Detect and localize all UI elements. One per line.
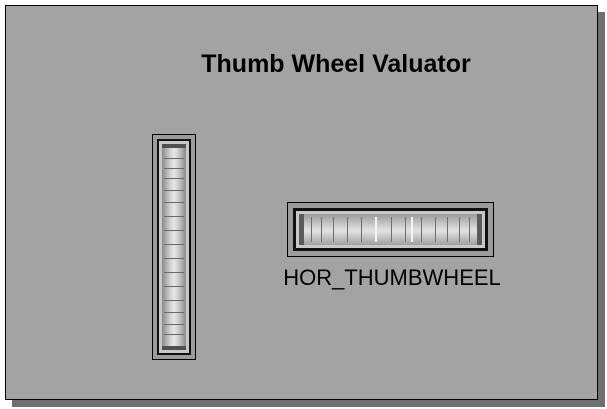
wheel-tick: [164, 300, 184, 301]
vertical-thumbwheel-icon[interactable]: [162, 144, 186, 350]
horizontal-thumbwheel-rim: [293, 208, 488, 251]
wheel-tick: [164, 324, 184, 325]
horizontal-thumbwheel-icon[interactable]: [299, 214, 482, 245]
wheel-tick: [405, 217, 406, 242]
wheel-tick: [469, 217, 470, 242]
wheel-tick: [164, 190, 184, 191]
wheel-tick: [164, 216, 184, 217]
wheel-tick: [347, 217, 348, 242]
wheel-tick: [447, 217, 448, 242]
wheel-tick: [459, 217, 460, 242]
wheel-tick: [164, 202, 184, 203]
wheel-tick: [164, 258, 184, 259]
wheel-tick: [164, 168, 184, 169]
wheel-tick: [164, 312, 184, 313]
wheel-tick: [164, 272, 184, 273]
wheel-tick-highlight: [375, 217, 377, 242]
vertical-thumbwheel-rim: [157, 139, 191, 355]
horizontal-thumbwheel-cap-left: [299, 214, 304, 245]
wheel-tick: [435, 217, 436, 242]
vertical-thumbwheel-cap-bottom: [162, 346, 186, 350]
wheel-tick: [361, 217, 362, 242]
wheel-tick-highlight: [411, 217, 413, 242]
wheel-tick: [164, 334, 184, 335]
wheel-tick: [421, 217, 422, 242]
wheel-tick: [164, 286, 184, 287]
wheel-tick: [321, 217, 322, 242]
wheel-tick: [164, 178, 184, 179]
wheel-tick: [333, 217, 334, 242]
vertical-thumbwheel[interactable]: [152, 134, 196, 360]
wheel-tick: [391, 217, 392, 242]
wheel-tick: [164, 230, 184, 231]
horizontal-thumbwheel-label: HOR_THUMBWHEEL: [283, 265, 501, 290]
horizontal-thumbwheel-cap-right: [477, 214, 482, 245]
wheel-tick: [164, 158, 184, 159]
page-title: Thumb Wheel Valuator: [201, 50, 471, 78]
vertical-thumbwheel-cap-top: [162, 144, 186, 148]
horizontal-thumbwheel[interactable]: [287, 202, 494, 257]
valuator-panel: Thumb Wheel Valuator HOR_THUMBWHEEL: [5, 5, 598, 400]
wheel-tick: [164, 244, 184, 245]
wheel-tick: [311, 217, 312, 242]
